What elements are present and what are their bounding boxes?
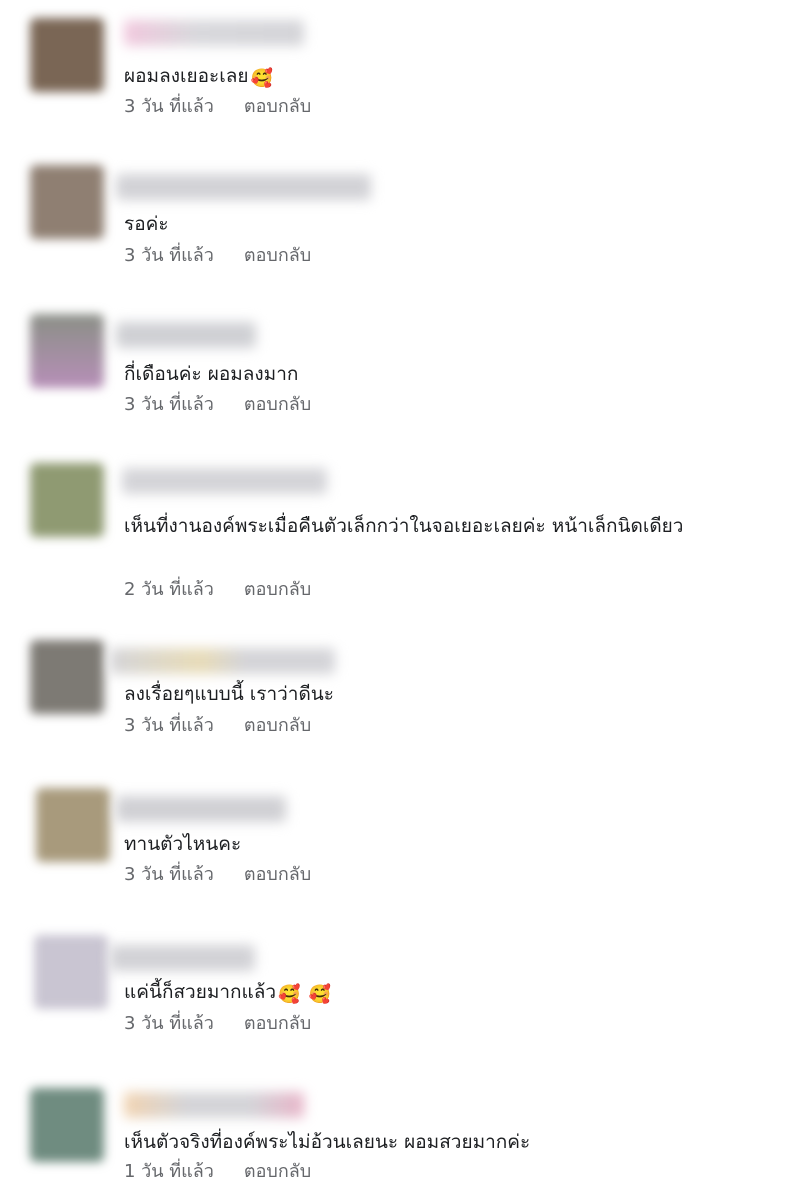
comment-text: ทานตัวไหนคะ xyxy=(124,833,242,855)
comment-timestamp[interactable]: 3 วัน ที่แล้ว xyxy=(124,95,214,119)
author-name-blurred[interactable] xyxy=(116,322,256,348)
comment-timestamp[interactable]: 3 วัน ที่แล้ว xyxy=(124,393,214,417)
smiling-face-with-hearts-icon: 🥰 xyxy=(250,68,273,89)
reply-link[interactable]: ตอบกลับ xyxy=(244,714,311,738)
comment-meta: 3 วัน ที่แล้ว ตอบกลับ xyxy=(124,244,311,268)
reply-link[interactable]: ตอบกลับ xyxy=(244,1012,311,1036)
comment-timestamp[interactable]: 3 วัน ที่แล้ว xyxy=(124,863,214,887)
comment-meta: 2 วัน ที่แล้ว ตอบกลับ xyxy=(124,578,311,602)
reply-link[interactable]: ตอบกลับ xyxy=(244,95,311,119)
reply-link[interactable]: ตอบกลับ xyxy=(244,244,311,268)
author-name-blurred[interactable] xyxy=(124,20,304,46)
author-name-blurred[interactable] xyxy=(124,1092,304,1118)
comment-text: เห็นตัวจริงที่องค์พระไม่อ้วนเลยนะ ผอมสวย… xyxy=(124,1131,531,1153)
comment-timestamp[interactable]: 2 วัน ที่แล้ว xyxy=(124,578,214,602)
comment-text: กี่เดือนค่ะ ผอมลงมาก xyxy=(124,363,299,385)
avatar[interactable] xyxy=(34,935,108,1009)
smiling-face-with-hearts-icon: 🥰 xyxy=(308,984,331,1005)
reply-link[interactable]: ตอบกลับ xyxy=(244,393,311,417)
avatar[interactable] xyxy=(30,463,104,537)
avatar[interactable] xyxy=(30,165,104,239)
comment-meta: 3 วัน ที่แล้ว ตอบกลับ xyxy=(124,393,311,417)
avatar[interactable] xyxy=(36,788,110,862)
author-name-blurred[interactable] xyxy=(116,796,286,822)
comment-timestamp[interactable]: 3 วัน ที่แล้ว xyxy=(124,714,214,738)
reply-link[interactable]: ตอบกลับ xyxy=(244,578,311,602)
comment-text: รอค่ะ xyxy=(124,213,169,235)
avatar[interactable] xyxy=(30,1088,104,1162)
comment-timestamp[interactable]: 1 วัน ที่แล้ว xyxy=(124,1160,214,1184)
reply-link[interactable]: ตอบกลับ xyxy=(244,863,311,887)
author-name-blurred[interactable] xyxy=(122,468,327,494)
avatar[interactable] xyxy=(30,18,104,92)
smiling-face-with-hearts-icon: 🥰 xyxy=(278,984,301,1005)
comment-timestamp[interactable]: 3 วัน ที่แล้ว xyxy=(124,1012,214,1036)
author-name-blurred[interactable] xyxy=(116,174,371,200)
author-name-blurred[interactable] xyxy=(110,648,335,674)
comment-timestamp[interactable]: 3 วัน ที่แล้ว xyxy=(124,244,214,268)
comment-meta: 3 วัน ที่แล้ว ตอบกลับ xyxy=(124,95,311,119)
avatar[interactable] xyxy=(30,314,104,388)
reply-link[interactable]: ตอบกลับ xyxy=(244,1160,311,1184)
comment-meta: 3 วัน ที่แล้ว ตอบกลับ xyxy=(124,1012,311,1036)
comment-text: เห็นที่งานองค์พระเมื่อคืนตัวเล็กกว่าในจอ… xyxy=(124,515,684,537)
comment-meta: 1 วัน ที่แล้ว ตอบกลับ xyxy=(124,1160,311,1184)
author-name-blurred[interactable] xyxy=(110,945,255,971)
comment-meta: 3 วัน ที่แล้ว ตอบกลับ xyxy=(124,863,311,887)
comment-text: ลงเรื่อยๆแบบนี้ เราว่าดีนะ xyxy=(124,683,335,705)
comment-text: แค่นี้ก็สวยมากแล้ว 🥰 🥰 xyxy=(124,981,331,1005)
comment-text: ผอมลงเยอะเลย 🥰 xyxy=(124,65,273,89)
avatar[interactable] xyxy=(30,640,104,714)
comment-meta: 3 วัน ที่แล้ว ตอบกลับ xyxy=(124,714,311,738)
